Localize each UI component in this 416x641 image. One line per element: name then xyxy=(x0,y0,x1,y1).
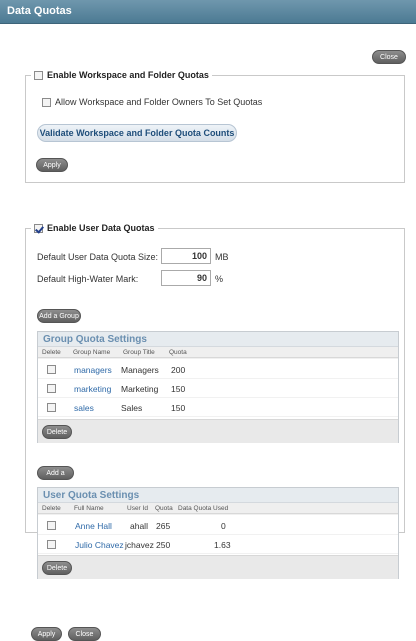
header-group-title: Group Title xyxy=(123,349,155,356)
workspace-apply-button[interactable]: Apply xyxy=(36,158,68,172)
group-title: Marketing xyxy=(121,384,159,394)
row-delete-checkbox[interactable] xyxy=(47,403,56,412)
hwm-input[interactable]: 90 xyxy=(161,270,211,286)
user-id: jchavez xyxy=(125,540,154,550)
table-row: Anne Hall ahall 265 0 xyxy=(38,517,398,535)
group-quota: 150 xyxy=(171,384,186,394)
default-size-label: Default User Data Quota Size: xyxy=(37,252,159,262)
header-user-id: User Id xyxy=(127,505,148,512)
group-quota-panel: Group Quota Settings Delete Group Name G… xyxy=(37,331,399,443)
allow-owners-row[interactable]: Allow Workspace and Folder Owners To Set… xyxy=(42,96,262,108)
header-data-quota-used: Data Quota Used xyxy=(178,505,229,512)
table-row: marketing Marketing 150 xyxy=(38,380,398,398)
row-delete-checkbox[interactable] xyxy=(47,521,56,530)
group-table-header: Delete Group Name Group Title Quota xyxy=(38,347,398,358)
group-delete-button[interactable]: Delete xyxy=(42,425,72,439)
window-titlebar: Data Quotas xyxy=(0,0,416,24)
user-quota-title: User Quota Settings xyxy=(38,488,398,503)
user-name-link[interactable]: Julio Chavez xyxy=(75,536,124,554)
user-table-header: Delete Full Name User Id Quota Data Quot… xyxy=(38,503,398,514)
footer-apply-button[interactable]: Apply xyxy=(31,627,62,641)
row-delete-checkbox[interactable] xyxy=(47,540,56,549)
window-title: Data Quotas xyxy=(7,5,72,17)
user-id: ahall xyxy=(130,521,148,531)
user-quota: 265 xyxy=(156,521,171,531)
group-name-link[interactable]: managers xyxy=(74,361,112,379)
header-full-name: Full Name xyxy=(74,505,104,512)
workspace-quota-legend[interactable]: Enable Workspace and Folder Quotas xyxy=(31,69,212,81)
group-quota-title: Group Quota Settings xyxy=(38,332,398,347)
table-row: managers Managers 200 xyxy=(38,361,398,379)
footer-close-button[interactable]: Close xyxy=(68,627,101,641)
header-quota: Quota xyxy=(169,349,187,356)
user-delete-button[interactable]: Delete xyxy=(42,561,72,575)
enable-workspace-quotas-label: Enable Workspace and Folder Quotas xyxy=(47,70,209,80)
user-quota-panel: User Quota Settings Delete Full Name Use… xyxy=(37,487,399,579)
table-row: sales Sales 150 xyxy=(38,399,398,417)
header-delete: Delete xyxy=(42,349,61,356)
user-quota-legend[interactable]: Enable User Data Quotas xyxy=(31,222,158,234)
user-quota-used: 0 xyxy=(221,521,226,531)
row-delete-checkbox[interactable] xyxy=(47,365,56,374)
table-row: Julio Chavez jchavez 250 1.63 xyxy=(38,536,398,554)
group-quota: 150 xyxy=(171,403,186,413)
group-title: Sales xyxy=(121,403,143,413)
group-quota: 200 xyxy=(171,365,186,375)
header-quota: Quota xyxy=(155,505,173,512)
allow-owners-label: Allow Workspace and Folder Owners To Set… xyxy=(55,97,263,107)
enable-user-quotas-checkbox[interactable] xyxy=(34,224,43,234)
user-quota: 250 xyxy=(156,540,171,550)
group-name-link[interactable]: sales xyxy=(74,399,94,417)
enable-workspace-quotas-checkbox[interactable] xyxy=(34,71,43,81)
hwm-unit: % xyxy=(215,274,224,284)
header-group-name: Group Name xyxy=(73,349,111,356)
validate-quota-counts-button[interactable]: Validate Workspace and Folder Quota Coun… xyxy=(37,124,237,142)
header-delete: Delete xyxy=(42,505,61,512)
row-delete-checkbox[interactable] xyxy=(47,384,56,393)
hwm-label: Default High-Water Mark: xyxy=(37,274,139,284)
add-group-button[interactable]: Add a Group xyxy=(37,309,81,323)
add-user-button[interactable]: Add a User xyxy=(37,466,74,491)
enable-user-quotas-label: Enable User Data Quotas xyxy=(47,223,155,233)
default-size-unit: MB xyxy=(215,252,229,262)
default-size-input[interactable]: 100 xyxy=(161,248,211,264)
user-name-link[interactable]: Anne Hall xyxy=(75,517,112,535)
top-close-button[interactable]: Close xyxy=(372,50,406,64)
group-name-link[interactable]: marketing xyxy=(74,380,111,398)
user-quota-used: 1.63 xyxy=(214,540,231,550)
allow-owners-checkbox[interactable] xyxy=(42,98,51,108)
group-title: Managers xyxy=(121,365,159,375)
